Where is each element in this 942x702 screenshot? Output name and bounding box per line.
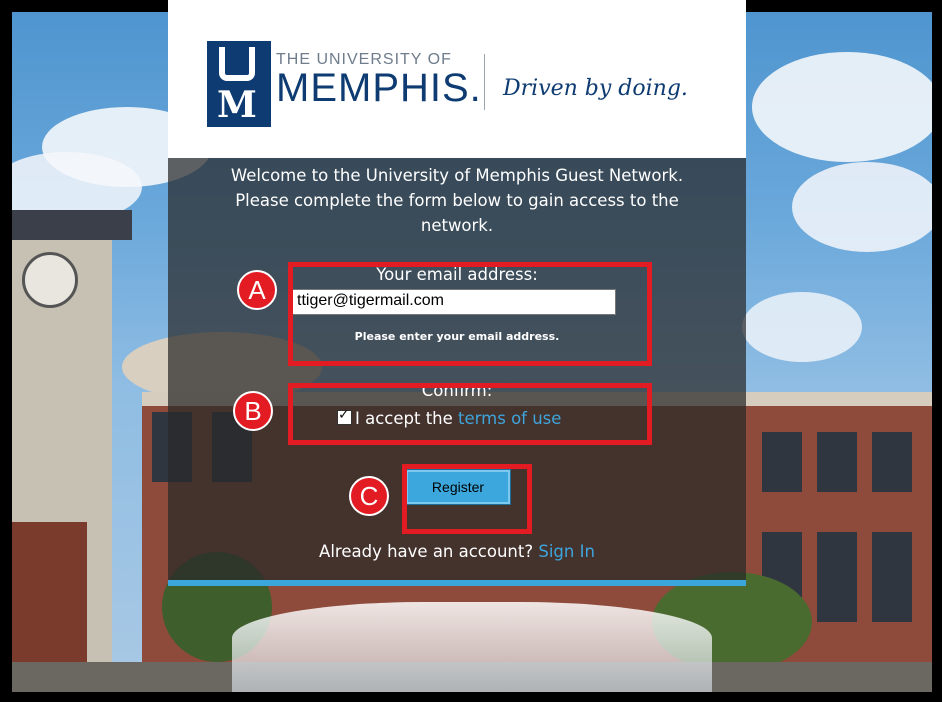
tagline: Driven by doing. (503, 76, 688, 101)
annotation-box-confirm (288, 383, 652, 445)
window (762, 432, 802, 492)
cloud (742, 292, 862, 362)
welcome-line: network. (420, 216, 494, 235)
logo-u-shape (219, 47, 255, 81)
welcome-message: Welcome to the University of Memphis Gue… (168, 163, 746, 238)
welcome-line: Welcome to the University of Memphis Gue… (230, 166, 684, 185)
sign-in-link[interactable]: Sign In (538, 542, 595, 561)
clock-tower-roof (12, 210, 132, 240)
logo-m-letter: M (217, 84, 257, 126)
annotation-box-register (402, 464, 532, 534)
logo-divider (484, 54, 485, 110)
annotation-badge-c: C (349, 476, 389, 516)
annotation-badge-a: A (237, 270, 277, 310)
window (817, 532, 857, 622)
signin-row: Already have an account? Sign In (168, 542, 746, 561)
logo-memphis: MEMPHIS. (276, 66, 482, 110)
fountain (232, 602, 712, 692)
annotation-box-email (288, 262, 652, 366)
window (872, 532, 912, 622)
welcome-line: Please complete the form below to gain a… (235, 191, 679, 210)
university-logo-icon: M (207, 41, 271, 127)
cloud (792, 162, 932, 252)
signin-prompt: Already have an account? (319, 542, 534, 561)
annotation-badge-b: B (233, 391, 273, 431)
cloud (752, 52, 932, 162)
window (817, 432, 857, 492)
panel-accent-line (168, 580, 746, 586)
window (872, 432, 912, 492)
clock-face (22, 252, 78, 308)
screenshot-frame: M THE UNIVERSITY OF MEMPHIS. Driven by d… (0, 0, 942, 702)
